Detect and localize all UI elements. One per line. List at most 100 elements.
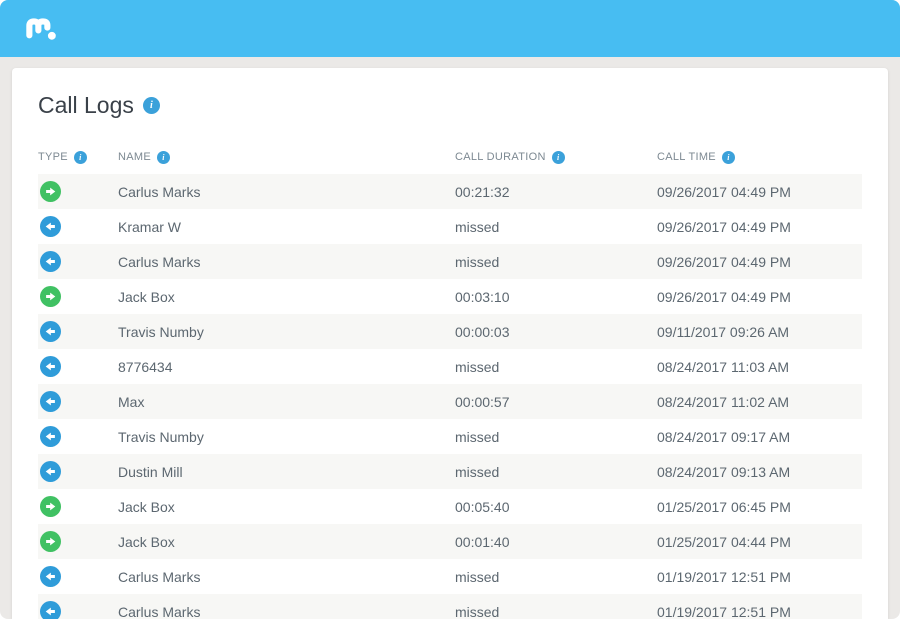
table-row: Jack Box 00:05:40 01/25/2017 06:45 PM — [38, 489, 862, 524]
call-type-cell — [38, 251, 118, 272]
call-type-cell — [38, 286, 118, 307]
call-type-cell — [38, 531, 118, 552]
call-duration-cell: missed — [455, 604, 657, 619]
incoming-call-icon — [40, 601, 61, 619]
info-icon[interactable]: i — [157, 151, 170, 164]
app-window: Call Logs i TYPE i NAME i CALL DURATION … — [0, 0, 900, 619]
table-row: Jack Box 00:01:40 01/25/2017 04:44 PM — [38, 524, 862, 559]
table-row: Dustin Mill missed 08/24/2017 09:13 AM — [38, 454, 862, 489]
call-time-cell: 09/26/2017 04:49 PM — [657, 289, 862, 305]
column-header-call-duration-label: CALL DURATION — [455, 151, 546, 163]
mspy-logo[interactable] — [22, 13, 58, 43]
outgoing-call-icon — [40, 181, 61, 202]
incoming-call-icon — [40, 391, 61, 412]
call-name-cell: Kramar W — [118, 219, 455, 235]
mspy-logo-icon — [22, 13, 58, 43]
call-name-cell: Travis Numby — [118, 429, 455, 445]
table-row: Max 00:00:57 08/24/2017 11:02 AM — [38, 384, 862, 419]
table-row: Carlus Marks missed 09/26/2017 04:49 PM — [38, 244, 862, 279]
column-header-name-label: NAME — [118, 151, 151, 163]
table-row: Carlus Marks 00:21:32 09/26/2017 04:49 P… — [38, 174, 862, 209]
incoming-call-icon — [40, 216, 61, 237]
top-nav-bar — [0, 0, 900, 57]
incoming-call-icon — [40, 356, 61, 377]
call-name-cell: Carlus Marks — [118, 254, 455, 270]
call-name-cell: Jack Box — [118, 534, 455, 550]
call-name-cell: Carlus Marks — [118, 184, 455, 200]
column-header-call-time: CALL TIME i — [657, 151, 862, 164]
call-time-cell: 01/25/2017 06:45 PM — [657, 499, 862, 515]
call-name-cell: 8776434 — [118, 359, 455, 375]
info-icon[interactable]: i — [722, 151, 735, 164]
call-duration-cell: missed — [455, 254, 657, 270]
call-type-cell — [38, 391, 118, 412]
call-duration-cell: 00:00:03 — [455, 324, 657, 340]
incoming-call-icon — [40, 461, 61, 482]
call-duration-cell: 00:01:40 — [455, 534, 657, 550]
call-time-cell: 01/19/2017 12:51 PM — [657, 569, 862, 585]
incoming-call-icon — [40, 426, 61, 447]
call-time-cell: 08/24/2017 11:03 AM — [657, 359, 862, 375]
outgoing-call-icon — [40, 496, 61, 517]
call-time-cell: 09/26/2017 04:49 PM — [657, 219, 862, 235]
call-duration-cell: 00:05:40 — [455, 499, 657, 515]
table-row: Carlus Marks missed 01/19/2017 12:51 PM — [38, 559, 862, 594]
call-duration-cell: 00:00:57 — [455, 394, 657, 410]
call-type-cell — [38, 426, 118, 447]
call-time-cell: 08/24/2017 09:13 AM — [657, 464, 862, 480]
call-table-body: Carlus Marks 00:21:32 09/26/2017 04:49 P… — [38, 174, 862, 619]
column-header-type: TYPE i — [38, 151, 118, 164]
page-title: Call Logs — [38, 90, 134, 120]
table-row: Travis Numby 00:00:03 09/11/2017 09:26 A… — [38, 314, 862, 349]
call-duration-cell: missed — [455, 429, 657, 445]
call-duration-cell: missed — [455, 569, 657, 585]
call-type-cell — [38, 566, 118, 587]
call-duration-cell: missed — [455, 359, 657, 375]
table-row: Carlus Marks missed 01/19/2017 12:51 PM — [38, 594, 862, 619]
info-icon[interactable]: i — [74, 151, 87, 164]
call-logs-card: Call Logs i TYPE i NAME i CALL DURATION … — [12, 68, 888, 619]
call-name-cell: Travis Numby — [118, 324, 455, 340]
call-duration-cell: 00:03:10 — [455, 289, 657, 305]
call-type-cell — [38, 601, 118, 619]
table-row: Travis Numby missed 08/24/2017 09:17 AM — [38, 419, 862, 454]
column-header-call-duration: CALL DURATION i — [455, 151, 657, 164]
call-name-cell: Dustin Mill — [118, 464, 455, 480]
call-time-cell: 09/11/2017 09:26 AM — [657, 324, 862, 340]
column-header-call-time-label: CALL TIME — [657, 151, 716, 163]
column-header-type-label: TYPE — [38, 151, 68, 163]
call-type-cell — [38, 181, 118, 202]
call-time-cell: 01/25/2017 04:44 PM — [657, 534, 862, 550]
call-time-cell: 08/24/2017 09:17 AM — [657, 429, 862, 445]
column-header-name: NAME i — [118, 151, 455, 164]
call-time-cell: 09/26/2017 04:49 PM — [657, 184, 862, 200]
call-type-cell — [38, 216, 118, 237]
incoming-call-icon — [40, 251, 61, 272]
call-duration-cell: 00:21:32 — [455, 184, 657, 200]
call-name-cell: Jack Box — [118, 499, 455, 515]
call-type-cell — [38, 321, 118, 342]
call-time-cell: 08/24/2017 11:02 AM — [657, 394, 862, 410]
table-row: Jack Box 00:03:10 09/26/2017 04:49 PM — [38, 279, 862, 314]
table-header: TYPE i NAME i CALL DURATION i CALL TIME … — [38, 140, 862, 174]
call-name-cell: Carlus Marks — [118, 569, 455, 585]
table-row: 8776434 missed 08/24/2017 11:03 AM — [38, 349, 862, 384]
call-name-cell: Jack Box — [118, 289, 455, 305]
info-icon[interactable]: i — [552, 151, 565, 164]
call-type-cell — [38, 496, 118, 517]
call-time-cell: 01/19/2017 12:51 PM — [657, 604, 862, 619]
page-header: Call Logs i — [38, 90, 862, 120]
call-name-cell: Max — [118, 394, 455, 410]
call-type-cell — [38, 356, 118, 377]
outgoing-call-icon — [40, 286, 61, 307]
call-duration-cell: missed — [455, 464, 657, 480]
info-icon[interactable]: i — [143, 97, 160, 114]
incoming-call-icon — [40, 566, 61, 587]
call-type-cell — [38, 461, 118, 482]
table-row: Kramar W missed 09/26/2017 04:49 PM — [38, 209, 862, 244]
incoming-call-icon — [40, 321, 61, 342]
call-time-cell: 09/26/2017 04:49 PM — [657, 254, 862, 270]
call-duration-cell: missed — [455, 219, 657, 235]
outgoing-call-icon — [40, 531, 61, 552]
call-name-cell: Carlus Marks — [118, 604, 455, 619]
